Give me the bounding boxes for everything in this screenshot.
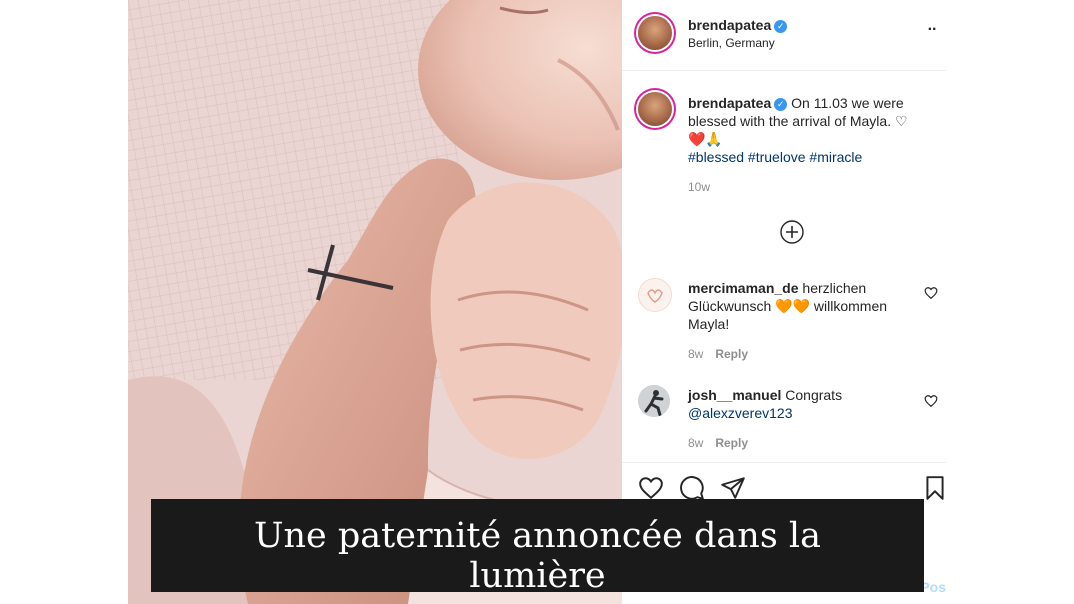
reply-button[interactable]: Reply (715, 347, 748, 361)
heart-icon[interactable] (924, 286, 938, 300)
article-title: Une paternité annoncée dans la lumière (254, 516, 821, 596)
heart-icon[interactable] (638, 475, 664, 501)
comment-time: 8w (688, 436, 704, 450)
caption: brendapatea ✓ On 11.03 we were blessed wi… (688, 94, 928, 196)
send-icon[interactable] (720, 475, 746, 501)
comment-meta: 8w Reply (688, 434, 918, 452)
caption-username[interactable]: brendapatea (688, 95, 771, 111)
caption-emoji: ❤️🙏 (688, 131, 723, 147)
caption-avatar[interactable] (638, 92, 672, 126)
post-header: brendapatea ✓ Berlin, Germany ·· (622, 0, 946, 71)
comment-mention[interactable]: @alexzverev123 (688, 405, 793, 421)
comment-avatar-mercimaman[interactable] (638, 278, 672, 312)
verified-badge-icon: ✓ (774, 98, 788, 111)
author-username[interactable]: brendapatea (688, 17, 771, 33)
reply-button[interactable]: Reply (715, 436, 748, 450)
comment-emoji: 🧡🧡 (775, 298, 811, 314)
bookmark-icon[interactable] (924, 475, 946, 501)
plus-circle-icon[interactable] (780, 220, 804, 244)
comment-avatar-josh[interactable] (638, 385, 670, 417)
article-title-overlay: Une paternité annoncée dans la lumière (151, 499, 924, 596)
caption-hashtags[interactable]: #blessed #truelove #miracle (688, 149, 862, 165)
author-avatar[interactable] (638, 16, 672, 50)
author-name-row: brendapatea ✓ (688, 17, 788, 35)
comment-meta: 8w Reply (688, 345, 918, 363)
comment-username[interactable]: josh__manuel (688, 387, 781, 403)
post-location[interactable]: Berlin, Germany (688, 36, 775, 50)
comment-time: 8w (688, 347, 704, 361)
comment-icon[interactable] (679, 475, 705, 501)
verified-badge-icon: ✓ (774, 20, 788, 33)
comment-mercimaman: mercimaman_de herzlichen Glückwunsch 🧡🧡 … (688, 279, 918, 363)
comment-text: Congrats (785, 387, 843, 403)
caption-time: 10w (688, 180, 711, 194)
more-options-button[interactable]: ·· (920, 20, 944, 44)
mercimaman-logo-icon (647, 289, 663, 303)
tennis-player-avatar-icon (638, 385, 670, 417)
post-comment-button[interactable]: Pos (920, 579, 946, 595)
comment-josh: josh__manuel Congrats @alexzverev123 8w R… (688, 386, 918, 452)
comment-username[interactable]: mercimaman_de (688, 280, 799, 296)
heart-icon[interactable] (924, 394, 938, 408)
instagram-post-screenshot: brendapatea ✓ Berlin, Germany ·· brendapa… (0, 0, 1074, 604)
